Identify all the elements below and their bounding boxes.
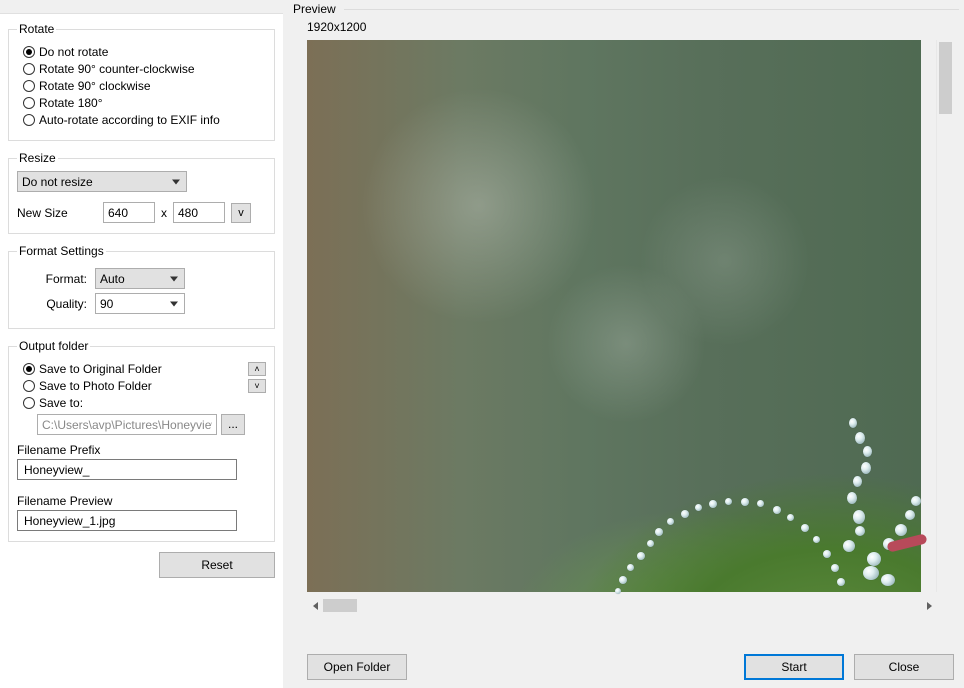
output-path-input[interactable] xyxy=(37,414,217,435)
resize-preset-button[interactable]: v xyxy=(231,203,251,223)
newsize-label: New Size xyxy=(17,206,97,220)
output-option-photo-folder[interactable]: Save to Photo Folder xyxy=(23,379,266,393)
rotate-option-90-cw[interactable]: Rotate 90° clockwise xyxy=(23,79,266,93)
start-button[interactable]: Start xyxy=(744,654,844,680)
quality-select[interactable]: 90 xyxy=(95,293,185,314)
format-select[interactable]: Auto xyxy=(95,268,185,289)
output-nav-up-button[interactable]: ˄ xyxy=(248,362,266,376)
scrollbar-thumb[interactable] xyxy=(939,42,952,114)
radio-icon xyxy=(23,363,35,375)
preview-legend: Preview xyxy=(293,2,336,16)
format-group: Format Settings Format: Auto Quality: 90 xyxy=(8,244,275,329)
preview-horizontal-scrollbar[interactable] xyxy=(307,597,921,614)
divider xyxy=(344,9,959,10)
radio-icon xyxy=(23,97,35,109)
filename-preview-input[interactable] xyxy=(17,510,237,531)
rotate-option-180[interactable]: Rotate 180° xyxy=(23,96,266,110)
rotate-group: Rotate Do not rotate Rotate 90° counter-… xyxy=(8,22,275,141)
close-button[interactable]: Close xyxy=(854,654,954,680)
reset-button[interactable]: Reset xyxy=(159,552,275,578)
output-nav-down-button[interactable]: ˅ xyxy=(248,379,266,393)
resize-height-input[interactable] xyxy=(173,202,225,223)
format-legend: Format Settings xyxy=(17,244,106,258)
resize-legend: Resize xyxy=(17,151,58,165)
multiply-label: x xyxy=(161,206,167,220)
radio-icon xyxy=(23,397,35,409)
open-folder-button[interactable]: Open Folder xyxy=(307,654,407,680)
radio-icon xyxy=(23,380,35,392)
output-legend: Output folder xyxy=(17,339,90,353)
resize-mode-select[interactable]: Do not resize xyxy=(17,171,187,192)
filename-preview-label: Filename Preview xyxy=(17,494,266,508)
filename-prefix-input[interactable] xyxy=(17,459,237,480)
rotate-legend: Rotate xyxy=(17,22,56,36)
filename-prefix-label: Filename Prefix xyxy=(17,443,266,457)
output-option-original-folder[interactable]: Save to Original Folder xyxy=(23,362,266,376)
output-option-save-to[interactable]: Save to: xyxy=(23,396,266,410)
radio-icon xyxy=(23,80,35,92)
browse-button[interactable]: ... xyxy=(221,414,245,435)
rotate-option-90-ccw[interactable]: Rotate 90° counter-clockwise xyxy=(23,62,266,76)
radio-icon xyxy=(23,63,35,75)
output-group: Output folder ˄ ˅ Save to Original Folde… xyxy=(8,339,275,542)
resize-width-input[interactable] xyxy=(103,202,155,223)
rotate-option-do-not-rotate[interactable]: Do not rotate xyxy=(23,45,266,59)
radio-icon xyxy=(23,46,35,58)
format-label: Format: xyxy=(17,272,87,286)
quality-label: Quality: xyxy=(17,297,87,311)
scroll-left-icon[interactable] xyxy=(307,597,324,614)
resize-group: Resize Do not resize New Size x v xyxy=(8,151,275,234)
radio-icon xyxy=(23,114,35,126)
rotate-option-auto-exif[interactable]: Auto-rotate according to EXIF info xyxy=(23,113,266,127)
preview-vertical-scrollbar[interactable] xyxy=(936,40,953,592)
scroll-right-icon[interactable] xyxy=(921,597,938,614)
scrollbar-thumb[interactable] xyxy=(323,599,357,612)
preview-dimensions: 1920x1200 xyxy=(307,20,959,34)
preview-image xyxy=(307,40,921,592)
